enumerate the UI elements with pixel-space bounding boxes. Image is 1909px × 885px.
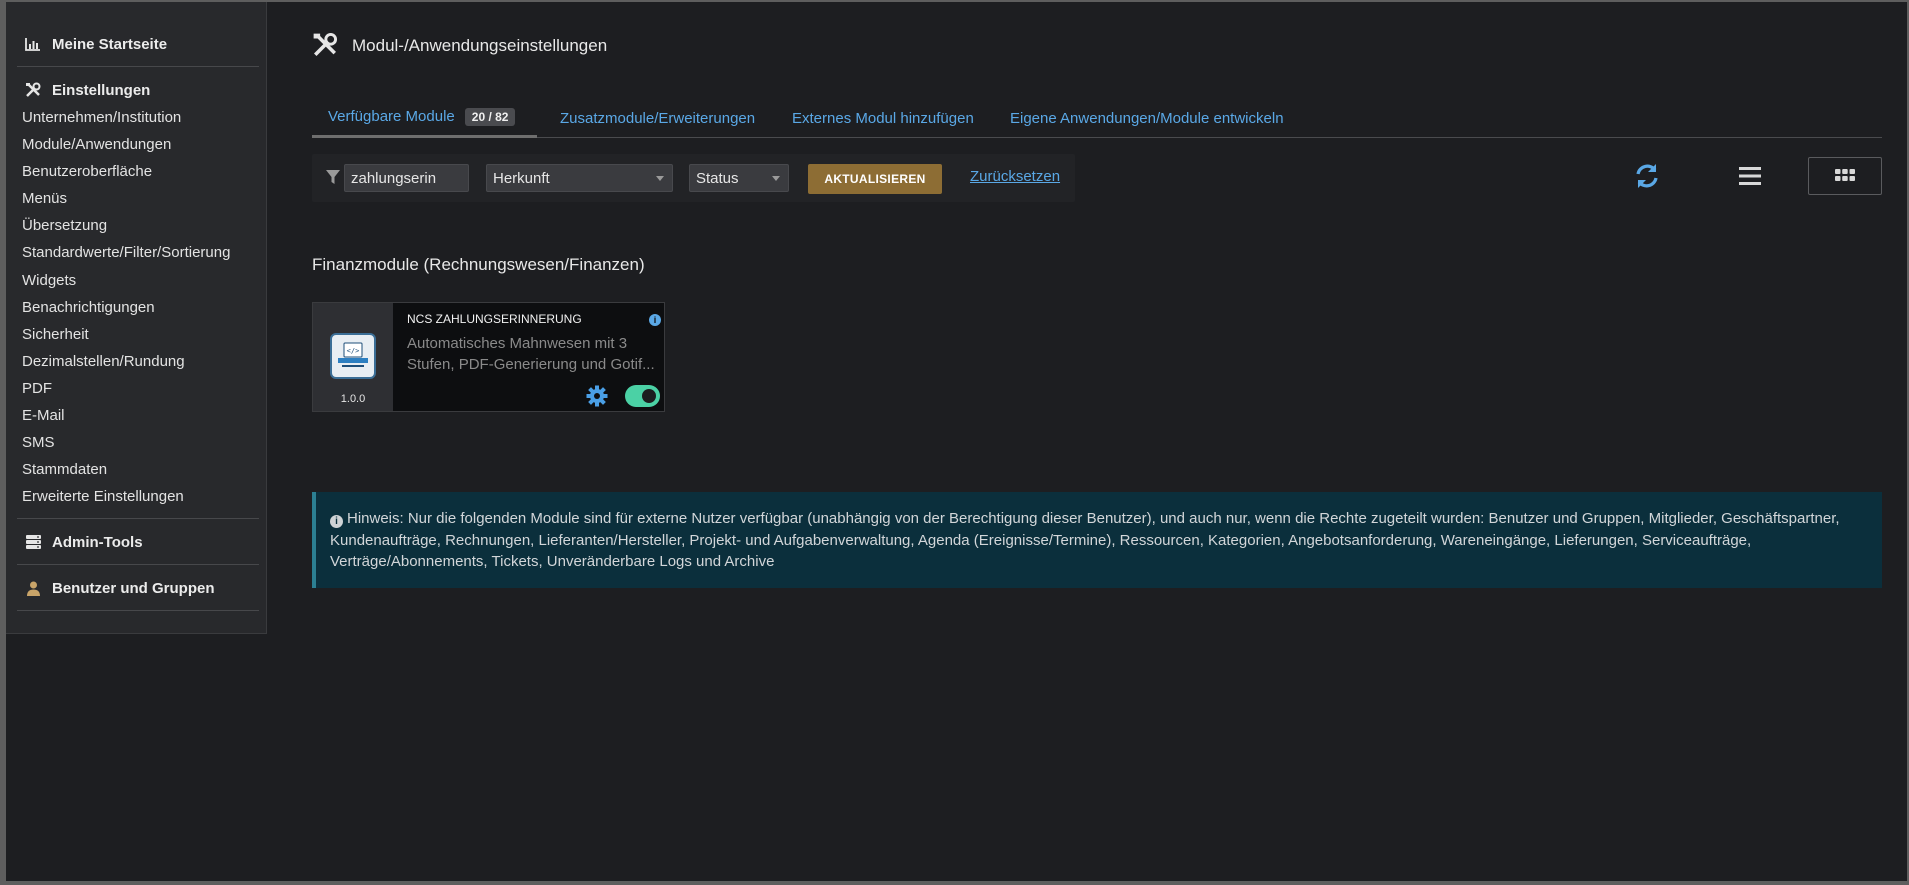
module-name: NCS ZAHLUNGSERINNERUNG <box>407 312 582 326</box>
tab-develop-modules[interactable]: Eigene Anwendungen/Module entwickeln <box>1010 98 1284 138</box>
sidebar-item-ui[interactable]: Benutzeroberfläche <box>22 163 152 180</box>
chevron-down-icon <box>772 176 780 181</box>
list-icon[interactable] <box>1738 165 1762 187</box>
sidebar-item-pdf[interactable]: PDF <box>22 380 52 397</box>
sidebar-home[interactable]: Meine Startseite <box>23 34 259 54</box>
module-logo: </> <box>330 333 376 379</box>
sidebar-item-company[interactable]: Unternehmen/Institution <box>22 109 181 126</box>
info-icon: i <box>330 515 343 528</box>
filter-icon <box>326 169 340 185</box>
sidebar-item-translation[interactable]: Übersetzung <box>22 217 107 234</box>
sidebar-divider <box>17 564 259 565</box>
search-input[interactable]: zahlungserin <box>344 164 469 192</box>
sidebar-item-modules[interactable]: Module/Anwendungen <box>22 136 171 153</box>
sidebar-item-security[interactable]: Sicherheit <box>22 326 89 343</box>
module-card[interactable]: </> 1.0.0 NCS ZAHLUNGSERINNERUNG i Autom… <box>312 302 665 412</box>
server-icon <box>23 532 43 552</box>
sidebar-admin-tools[interactable]: Admin-Tools <box>23 532 259 552</box>
sidebar-item-masterdata[interactable]: Stammdaten <box>22 461 107 478</box>
module-version: 1.0.0 <box>340 393 366 405</box>
module-description: Automatisches Mahnwesen mit 3 Stufen, PD… <box>407 333 659 375</box>
sidebar-item-menus[interactable]: Menüs <box>22 190 67 207</box>
tools-icon <box>23 80 43 100</box>
grid-icon <box>1835 168 1855 185</box>
module-description-line: Stufen, PDF-Generierung und Gotif... <box>407 356 655 373</box>
module-count-badge: 20 / 82 <box>464 107 516 126</box>
sidebar-settings[interactable]: Einstellungen <box>23 80 259 100</box>
sidebar-item-decimals[interactable]: Dezimalstellen/Rundung <box>22 353 185 370</box>
toggle-knob <box>642 389 656 403</box>
status-select[interactable]: Status <box>689 164 789 192</box>
sidebar-admin-tools-label: Admin-Tools <box>52 533 143 551</box>
notice-text: Hinweis: Nur die folgenden Module sind f… <box>330 510 1840 570</box>
sidebar-users-groups[interactable]: Benutzer und Gruppen <box>23 578 259 598</box>
sidebar-divider <box>17 66 259 67</box>
grid-view-button[interactable] <box>1808 157 1882 195</box>
tools-icon <box>312 32 340 60</box>
app-window: Meine Startseite Einstellungen Unternehm… <box>6 2 1907 881</box>
chevron-down-icon <box>656 176 664 181</box>
module-card-image-area: </> 1.0.0 <box>313 303 393 411</box>
info-notice: i Hinweis: Nur die folgenden Module sind … <box>312 492 1882 588</box>
sidebar-divider <box>17 610 259 611</box>
section-title: Finanzmodule (Rechnungswesen/Finanzen) <box>312 255 645 274</box>
gear-icon[interactable] <box>586 385 608 407</box>
sidebar-item-defaults[interactable]: Standardwerte/Filter/Sortierung <box>22 244 230 261</box>
sidebar-item-advanced[interactable]: Erweiterte Einstellungen <box>22 488 184 505</box>
tab-label: Verfügbare Module <box>328 108 455 125</box>
tab-addons[interactable]: Zusatzmodule/Erweiterungen <box>560 98 755 138</box>
info-icon[interactable]: i <box>649 314 661 326</box>
update-button[interactable]: AKTUALISIEREN <box>808 164 942 194</box>
reset-link[interactable]: Zurücksetzen <box>970 168 1060 185</box>
tab-bar: Verfügbare Module 20 / 82 Zusatzmodule/E… <box>312 98 1882 138</box>
chart-icon <box>23 34 43 54</box>
sidebar-settings-label: Einstellungen <box>52 81 151 99</box>
origin-select-value: Herkunft <box>493 169 550 187</box>
sidebar-item-sms[interactable]: SMS <box>22 434 55 451</box>
filter-bar: zahlungserin Herkunft Status AKTUALISIER… <box>312 154 1075 202</box>
sidebar-users-groups-label: Benutzer und Gruppen <box>52 579 215 597</box>
svg-text:</>: </> <box>347 347 360 355</box>
page-title: Modul-/Anwendungseinstellungen <box>352 36 608 55</box>
page-header: Modul-/Anwendungseinstellungen <box>312 32 607 60</box>
tab-external-module[interactable]: Externes Modul hinzufügen <box>792 98 974 138</box>
tab-available-modules[interactable]: Verfügbare Module 20 / 82 <box>312 98 537 138</box>
module-enabled-toggle[interactable] <box>625 385 660 407</box>
sidebar: Meine Startseite Einstellungen Unternehm… <box>6 2 267 634</box>
sidebar-divider <box>17 518 259 519</box>
module-description-line: Automatisches Mahnwesen mit 3 <box>407 335 628 352</box>
sidebar-item-notifications[interactable]: Benachrichtigungen <box>22 299 155 316</box>
refresh-icon[interactable] <box>1634 162 1660 190</box>
sidebar-item-widgets[interactable]: Widgets <box>22 272 76 289</box>
user-icon <box>23 578 43 598</box>
sidebar-home-label: Meine Startseite <box>52 35 168 53</box>
sidebar-item-email[interactable]: E-Mail <box>22 407 65 424</box>
status-select-value: Status <box>696 169 739 187</box>
origin-select[interactable]: Herkunft <box>486 164 673 192</box>
